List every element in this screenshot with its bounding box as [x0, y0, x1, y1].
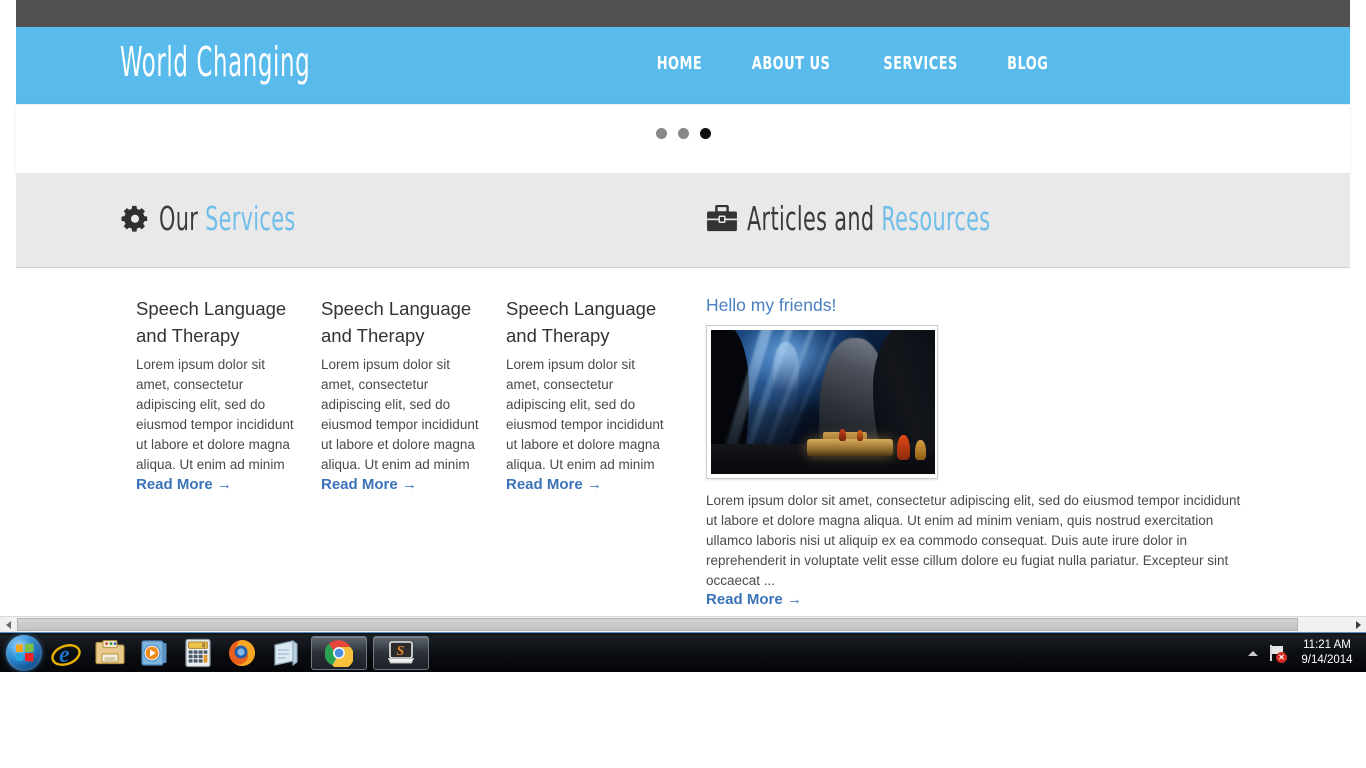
- service-card-title: Speech Language and Therapy: [321, 298, 472, 346]
- service-card-title: Speech Language and Therapy: [506, 298, 657, 346]
- svg-text:e: e: [59, 642, 70, 668]
- articles-resources-heading: Articles and Resources: [706, 197, 1095, 241]
- service-card: Speech Language and Therapy Lorem ipsum …: [136, 295, 321, 494]
- taskbar-item-internet-explorer[interactable]: e: [44, 634, 88, 672]
- taskbar-item-google-chrome[interactable]: [311, 635, 367, 670]
- top-dark-strip: [16, 0, 1350, 27]
- service-read-more-link[interactable]: Read More →: [506, 476, 602, 493]
- briefcase-icon: [707, 205, 737, 232]
- taskbar-item-firefox[interactable]: [220, 634, 264, 672]
- section-header-band: Our Services Articles and Resources: [16, 173, 1350, 268]
- article-image-frame: [706, 325, 938, 479]
- article-post: Hello my friends! Lorem ipsum dolor sit …: [706, 295, 1251, 609]
- scroll-right-arrow-icon[interactable]: [1350, 617, 1366, 632]
- our-services-heading-dark: Our: [159, 199, 199, 238]
- internet-explorer-icon: e: [51, 642, 81, 668]
- slider-dots: [16, 128, 1350, 139]
- windows-media-player-icon: [141, 639, 167, 666]
- article-title[interactable]: Hello my friends!: [706, 295, 1251, 316]
- service-card-body: Lorem ipsum dolor sit amet, consectetur …: [506, 357, 664, 472]
- browser-page-viewport: World Changing HOME ABOUT US SERVICES BL…: [0, 0, 1366, 616]
- nav-item-blog[interactable]: BLOG: [993, 53, 1061, 74]
- taskbar-item-notepad[interactable]: [264, 634, 308, 672]
- taskbar-item-s-app[interactable]: S: [373, 635, 429, 670]
- svg-text:S: S: [397, 644, 405, 659]
- service-card-body: Lorem ipsum dolor sit amet, consectetur …: [321, 357, 479, 472]
- taskbar-clock[interactable]: 11:21 AM 9/14/2014: [1296, 638, 1358, 668]
- network-error-badge: ✕: [1276, 652, 1287, 663]
- article-read-more-link[interactable]: Read More →: [706, 591, 802, 608]
- main-content: Speech Language and Therapy Lorem ipsum …: [16, 268, 1350, 616]
- horizontal-scrollbar[interactable]: [0, 616, 1366, 632]
- service-card: Speech Language and Therapy Lorem ipsum …: [506, 295, 691, 494]
- main-navigation: HOME ABOUT US SERVICES BLOG: [634, 53, 1070, 74]
- clock-date: 9/14/2014: [1301, 654, 1353, 666]
- articles-heading-dark: Articles and: [747, 199, 875, 238]
- calculator-icon: 0: [185, 638, 211, 667]
- cave-photo-image: [711, 330, 935, 474]
- services-list: Speech Language and Therapy Lorem ipsum …: [136, 295, 691, 494]
- service-card-body: Lorem ipsum dolor sit amet, consectetur …: [136, 357, 294, 472]
- taskbar-item-calculator[interactable]: 0: [176, 634, 220, 672]
- service-read-more-link[interactable]: Read More →: [136, 476, 232, 493]
- our-services-heading-text: Our Services: [159, 197, 296, 241]
- article-body: Lorem ipsum dolor sit amet, consectetur …: [706, 493, 1241, 588]
- network-error-icon[interactable]: ✕: [1268, 644, 1287, 663]
- slider-dot-2[interactable]: [677, 128, 689, 139]
- articles-heading-blue: Resources: [881, 199, 991, 238]
- windows-start-orb-icon: [6, 634, 42, 671]
- service-card-title: Speech Language and Therapy: [136, 298, 287, 346]
- slider-dot-1[interactable]: [655, 128, 667, 139]
- google-chrome-icon: [325, 639, 353, 667]
- articles-resources-heading-text: Articles and Resources: [747, 197, 990, 241]
- start-button[interactable]: [0, 634, 44, 672]
- site-brand-logo[interactable]: World Changing: [120, 33, 310, 91]
- service-card: Speech Language and Therapy Lorem ipsum …: [321, 295, 506, 494]
- service-read-more-link[interactable]: Read More →: [321, 476, 417, 493]
- s-app-icon: S: [387, 640, 415, 663]
- nav-item-services[interactable]: SERVICES: [870, 53, 972, 74]
- windows-explorer-icon: [95, 639, 125, 664]
- scroll-left-arrow-icon[interactable]: [0, 617, 16, 632]
- firefox-icon: [229, 639, 255, 666]
- gear-icon: [121, 205, 148, 232]
- our-services-heading-blue: Services: [205, 199, 296, 238]
- desktop-area-below: [0, 672, 1366, 768]
- slider-dot-3[interactable]: [699, 128, 711, 139]
- our-services-heading: Our Services: [120, 197, 354, 241]
- taskbar-item-windows-media-player[interactable]: [132, 634, 176, 672]
- slider-band: [16, 104, 1350, 173]
- taskbar-item-windows-explorer[interactable]: [88, 634, 132, 672]
- taskbar-icons: e 0 S: [0, 633, 432, 673]
- notepad-icon: [274, 639, 298, 666]
- nav-item-about-us[interactable]: ABOUT US: [738, 53, 844, 74]
- clock-time: 11:21 AM: [1303, 639, 1351, 651]
- nav-item-home[interactable]: HOME: [643, 53, 716, 74]
- windows-taskbar: e 0 S ✕ 11:21 AM 9/14/2014: [0, 632, 1366, 672]
- svg-text:0: 0: [202, 642, 206, 649]
- scrollbar-thumb[interactable]: [17, 618, 1298, 631]
- system-tray: ✕ 11:21 AM 9/14/2014: [1248, 633, 1366, 673]
- show-hidden-icons-button[interactable]: [1248, 650, 1258, 656]
- site-header: World Changing HOME ABOUT US SERVICES BL…: [16, 27, 1350, 104]
